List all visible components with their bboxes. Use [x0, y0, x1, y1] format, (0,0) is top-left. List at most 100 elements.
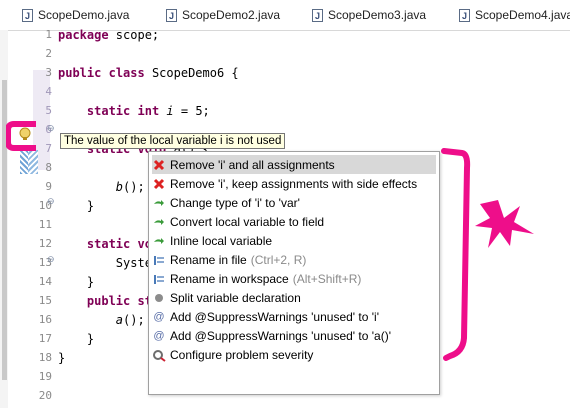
quickfix-item-configure-severity[interactable]: Configure problem severity	[152, 345, 436, 364]
quickfix-item-remove-keep[interactable]: Remove 'i', keep assignments with side e…	[152, 174, 436, 193]
at-sign-icon: @	[153, 329, 165, 342]
quickfix-label: Add @SuppressWarnings 'unused' to 'i'	[170, 309, 380, 324]
quickfix-item-suppress-i[interactable]: @ Add @SuppressWarnings 'unused' to 'i'	[152, 307, 436, 326]
red-x-icon	[152, 177, 166, 191]
quickfix-popup: Remove 'i' and all assignments Remove 'i…	[148, 151, 440, 395]
line-number: 1	[45, 28, 52, 41]
code-line-18: }	[58, 332, 95, 346]
code-text: scope;	[108, 28, 160, 42]
tab-scopedemo[interactable]: J ScopeDemo.java	[22, 6, 129, 24]
green-arrow-icon	[152, 234, 166, 248]
code-line-17: a();	[58, 313, 145, 327]
fold-collapse-icon[interactable]: ⊖	[47, 254, 55, 265]
code-line-12: static vo	[58, 237, 152, 251]
java-file-icon: J	[166, 8, 177, 22]
quickfix-label: Inline local variable	[170, 233, 273, 248]
line-number: 5	[45, 104, 52, 117]
keyword: public	[58, 66, 102, 80]
quickfix-item-split-declaration[interactable]: Split variable declaration	[152, 288, 436, 307]
rename-icon	[152, 272, 166, 286]
quickfix-item-inline[interactable]: Inline local variable	[152, 231, 436, 250]
line-number: 12	[38, 237, 52, 250]
pink-asterisk-annotation	[475, 200, 534, 248]
line-number: 3	[45, 66, 52, 79]
keyword: class	[108, 66, 145, 80]
code-line-10: }	[58, 199, 95, 213]
quickfix-label: Configure problem severity	[170, 347, 314, 362]
line-number: 14	[38, 275, 52, 288]
rename-icon	[152, 253, 166, 267]
keyword: int	[137, 104, 160, 118]
tab-scopedemo2[interactable]: J ScopeDemo2.java	[166, 6, 280, 24]
quickfix-lightbulb-icon[interactable]	[17, 126, 33, 140]
line-number: 4	[45, 85, 52, 98]
quickfix-item-convert-field[interactable]: Convert local variable to field	[152, 212, 436, 231]
quickfix-label: Remove 'i', keep assignments with side e…	[170, 176, 418, 191]
quickfix-item-rename-file[interactable]: Rename in file (Ctrl+2, R)	[152, 250, 436, 269]
gray-dot-icon	[152, 291, 166, 305]
quickfix-label: Remove 'i' and all assignments	[170, 157, 335, 172]
tab-label: ScopeDemo4.java	[475, 8, 570, 22]
quickfix-item-change-type[interactable]: Change type of 'i' to 'var'	[152, 193, 436, 212]
code-text: ();	[123, 313, 145, 327]
code-text: ();	[123, 180, 145, 194]
code-line-14: }	[58, 275, 95, 289]
tab-label: ScopeDemo.java	[38, 8, 130, 22]
code-line-3: public class ScopeDemo6 {	[58, 66, 239, 80]
code-text: ScopeDemo6 {	[144, 66, 239, 80]
code-line-13: Syste	[58, 256, 152, 270]
quickfix-label: Rename in workspace	[170, 271, 289, 286]
configure-icon	[152, 348, 166, 362]
editor-tab-bar: J ScopeDemo.java J ScopeDemo2.java J Sco…	[0, 0, 570, 31]
java-file-icon: J	[22, 8, 33, 22]
java-file-icon: J	[459, 8, 470, 22]
quickfix-item-rename-workspace[interactable]: Rename in workspace (Alt+Shift+R)	[152, 269, 436, 288]
code-line-16: public st	[58, 294, 152, 308]
keyword: package	[58, 28, 109, 42]
quickfix-label: Convert local variable to field	[170, 214, 325, 229]
quickfix-label: Change type of 'i' to 'var'	[170, 195, 300, 210]
code-line-19: }	[58, 351, 66, 365]
code-line-9: b();	[58, 180, 145, 194]
method-call: a	[115, 313, 124, 327]
line-number: 16	[38, 313, 52, 326]
fold-collapse-icon[interactable]: ⊖	[47, 123, 55, 134]
line-number: 18	[38, 351, 52, 364]
line-number: 20	[38, 389, 52, 402]
quickfix-shortcut: (Ctrl+2, R)	[250, 252, 307, 267]
method-call: b	[115, 180, 124, 194]
quickfix-shortcut: (Alt+Shift+R)	[292, 271, 362, 286]
quickfix-item-suppress-a[interactable]: @ Add @SuppressWarnings 'unused' to 'a()…	[152, 326, 436, 345]
quickfix-label: Add @SuppressWarnings 'unused' to 'a()'	[170, 328, 392, 343]
line-number: 17	[38, 332, 52, 345]
red-x-icon	[152, 158, 166, 172]
line-number: 19	[38, 370, 52, 383]
tab-label: ScopeDemo3.java	[328, 8, 427, 22]
code-text: = 5;	[173, 104, 210, 118]
quickfix-label: Split variable declaration	[170, 290, 301, 305]
keyword: static	[86, 104, 131, 118]
java-file-icon: J	[312, 8, 323, 22]
left-gutter	[0, 30, 8, 408]
keyword: public	[86, 294, 131, 308]
code-line-1: package scope;	[58, 28, 159, 42]
pink-bracket-annotation	[441, 148, 471, 361]
field-i: i	[166, 104, 174, 118]
tab-scopedemo3[interactable]: J ScopeDemo3.java	[312, 6, 426, 24]
at-sign-icon: @	[153, 310, 165, 323]
problem-tooltip: The value of the local variable i is not…	[60, 133, 286, 149]
quickfix-item-remove-all[interactable]: Remove 'i' and all assignments	[152, 155, 436, 174]
line-number: 15	[38, 294, 52, 307]
tab-label: ScopeDemo2.java	[182, 8, 281, 22]
tab-scopedemo4[interactable]: J ScopeDemo4.java	[459, 6, 570, 24]
fold-collapse-icon[interactable]: ⊖	[47, 196, 55, 207]
code-line-5: static int i = 5;	[58, 104, 210, 118]
green-arrow-icon	[152, 215, 166, 229]
